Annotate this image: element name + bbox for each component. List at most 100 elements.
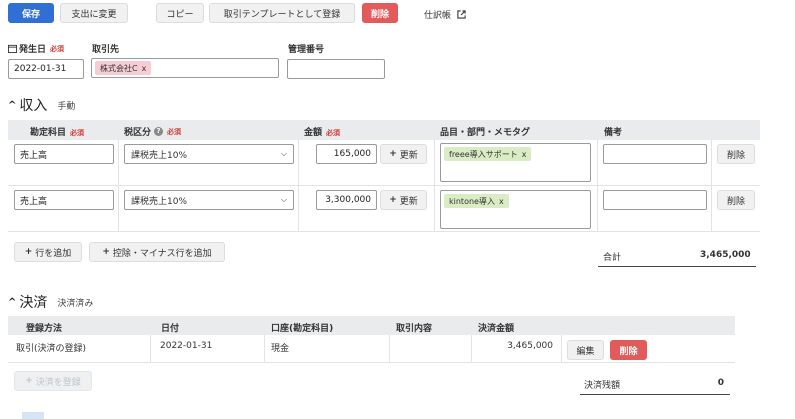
partner-field[interactable]: 株式会社C x [91,58,279,78]
column-divider [711,140,712,232]
total-underline [598,266,756,267]
update-label: 更新 [399,196,418,207]
settlement-amount: 3,465,000 [507,341,553,351]
balance-underline [580,394,730,395]
column-divider [118,140,119,232]
chevron-down-icon: ⌵ [280,149,287,158]
plus-icon: + [25,376,33,386]
total-label: 合計 [603,253,622,263]
delete-settlement-button[interactable]: 削除 [610,340,647,360]
remove-tag-icon[interactable]: x [499,197,504,206]
chevron-up-icon: ^ [8,296,17,308]
delete-button[interactable]: 削除 [362,3,398,23]
account-field[interactable]: 売上高 [14,190,114,210]
item-tag[interactable]: freee導入サポート x [444,147,532,161]
chevron-up-icon: ^ [8,99,17,111]
settlement-account: 現金 [271,344,290,354]
column-divider [434,140,435,232]
items-tag-field[interactable]: freee導入サポート x [440,143,591,182]
scroll-indicator [22,412,44,419]
settlement-status-text: 決済済み [57,298,94,309]
column-divider [597,140,598,232]
date-label: 発生日 必須 [8,42,64,55]
partner-label: 取引先 [92,45,120,55]
income-mode-text: 手動 [57,101,76,112]
delete-row-button[interactable]: 削除 [717,190,755,210]
items-header: 品目・部門・メモタグ [440,128,531,138]
management-number-field[interactable] [287,59,385,79]
partner-tag[interactable]: 株式会社C x [95,61,152,75]
income-title-text: 収入 [19,98,48,114]
delete-row-button[interactable]: 削除 [717,144,755,164]
balance-label: 決済残額 [584,381,621,391]
update-button[interactable]: + 更新 [380,190,427,210]
help-icon[interactable]: ? [154,127,164,136]
content-header: 取引内容 [396,324,433,334]
change-to-payment-button[interactable]: 支出に変更 [60,3,128,23]
item-tag-text: freee導入サポート [449,149,518,159]
external-link-icon [457,10,466,19]
management-number-label: 管理番号 [288,45,325,55]
item-tag[interactable]: kintone導入 x [444,194,509,208]
date-field[interactable]: 2022-01-31 [8,59,84,79]
notes-field[interactable] [603,144,707,164]
date-header: 日付 [161,324,180,334]
partner-tag-text: 株式会社C [100,63,138,73]
income-section-title[interactable]: ^ 収入 手動 [8,95,75,115]
column-divider [561,335,562,363]
copy-button[interactable]: コピー [156,3,204,23]
balance-value: 0 [717,378,724,388]
settlement-method: 取引(決済の登録) [16,344,87,354]
tax-select-value: 課税売上10% [131,150,188,161]
tax-header: 税区分 ? 必須 [124,125,181,138]
journal-label: 仕訳帳 [424,11,452,21]
required-badge: 必須 [167,127,182,136]
column-divider [389,335,390,363]
register-template-button[interactable]: 取引テンプレートとして登録 [209,3,355,23]
journal-link[interactable]: 仕訳帳 [424,8,466,21]
column-divider [264,335,265,363]
tax-select-value: 課税売上10% [131,196,188,207]
plus-icon: + [102,247,110,257]
total-value: 3,465,000 [700,250,751,260]
save-button[interactable]: 保存 [8,3,54,23]
column-divider [471,335,472,363]
remove-tag-icon[interactable]: x [522,150,527,159]
add-deduction-row-button[interactable]: + 控除・マイナス行を追加 [89,242,225,262]
settlement-account-header: 口座(勘定科目) [271,324,334,334]
add-row-button[interactable]: + 行を追加 [14,242,82,262]
item-tag-text: kintone導入 [449,196,495,206]
tax-select[interactable]: 課税売上10% ⌵ [124,190,294,210]
date-label-text: 発生日 [19,45,47,55]
column-divider [150,335,151,363]
remove-tag-icon[interactable]: x [142,64,147,73]
chevron-down-icon: ⌵ [280,195,287,204]
settlement-date: 2022-01-31 [160,341,213,351]
account-header-text: 勘定科目 [30,128,67,138]
amount-field[interactable]: 3,300,000 [316,190,377,210]
items-tag-field[interactable]: kintone導入 x [440,190,591,229]
account-header: 勘定科目 必須 [30,125,84,138]
notes-field[interactable] [603,190,707,210]
income-table-header [8,120,760,140]
register-settlement-button[interactable]: + 決済を登録 [14,371,92,391]
update-label: 更新 [399,150,418,161]
add-row-label: 行を追加 [35,248,72,259]
settlement-table-header [8,316,735,335]
column-divider [298,140,299,232]
add-deduction-row-label: 控除・マイナス行を追加 [112,248,212,259]
settlement-section-title[interactable]: ^ 決済 決済済み [8,292,93,312]
edit-settlement-button[interactable]: 編集 [567,340,604,360]
notes-header: 備考 [604,128,623,138]
amount-field[interactable]: 165,000 [316,144,377,164]
amount-header-text: 金額 [304,128,323,138]
tax-select[interactable]: 課税売上10% ⌵ [124,144,294,164]
required-badge: 必須 [50,44,65,53]
account-field[interactable]: 売上高 [14,144,114,164]
settlement-amount-header: 決済金額 [478,324,515,334]
required-badge: 必須 [70,129,85,137]
update-button[interactable]: + 更新 [380,144,427,164]
calendar-icon [8,44,17,53]
tax-header-text: 税区分 [124,128,152,138]
required-badge: 必須 [326,129,341,137]
